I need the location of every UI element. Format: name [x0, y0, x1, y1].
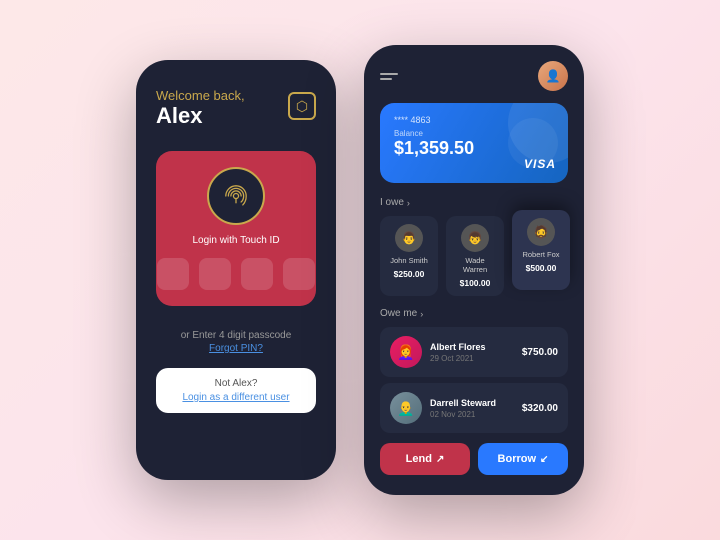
owe-me-label-text: Owe me [380, 308, 417, 319]
fingerprint-icon [219, 179, 253, 213]
john-amount: $250.00 [394, 269, 425, 279]
robert-name: Robert Fox [522, 250, 559, 259]
fingerprint-circle [207, 167, 265, 225]
user-avatar[interactable]: 👤 [538, 61, 568, 91]
wade-name: Wade Warren [453, 256, 497, 274]
owe-me-albert[interactable]: 👩‍🦰 Albert Flores 29 Oct 2021 $750.00 [380, 327, 568, 377]
john-avatar: 👨 [395, 224, 423, 252]
darrell-avatar: 👨‍🦲 [390, 392, 422, 424]
menu-line-top [380, 73, 398, 75]
menu-line-bottom [380, 78, 392, 80]
lend-label: Lend [406, 453, 432, 465]
wade-amount: $100.00 [460, 278, 491, 288]
i-owe-chevron: › [407, 198, 410, 208]
owe-card-john[interactable]: 👨 John Smith $250.00 [380, 216, 438, 296]
touch-id-label: Login with Touch ID [192, 235, 279, 246]
lend-arrow: ↗ [436, 454, 444, 465]
darrell-name: Darrell Steward [430, 398, 514, 408]
pin-dots [157, 258, 315, 290]
darrell-date: 02 Nov 2021 [430, 410, 514, 419]
or-enter-text: or Enter 4 digit passcode [181, 330, 292, 341]
lend-button[interactable]: Lend ↗ [380, 443, 470, 475]
not-alex-box: Not Alex? Login as a different user [156, 368, 316, 413]
albert-name: Albert Flores [430, 342, 514, 352]
left-phone: Welcome back, Alex ⬡ Login with Touch ID… [136, 60, 336, 480]
i-owe-section-label[interactable]: I owe › [380, 197, 568, 208]
welcome-row: Welcome back, Alex ⬡ [156, 88, 316, 129]
borrow-label: Borrow [498, 453, 537, 465]
darrell-info: Darrell Steward 02 Nov 2021 [430, 398, 514, 419]
pin-dot-2[interactable] [199, 258, 231, 290]
wade-avatar: 👦 [461, 224, 489, 252]
borrow-arrow: ↙ [540, 454, 548, 465]
cube-icon: ⬡ [288, 92, 316, 120]
right-phone: 👤 **** 4863 Balance $1,359.50 VISA I owe… [364, 45, 584, 495]
credit-card[interactable]: **** 4863 Balance $1,359.50 VISA [380, 103, 568, 183]
albert-info: Albert Flores 29 Oct 2021 [430, 342, 514, 363]
pin-dot-4[interactable] [283, 258, 315, 290]
owe-me-section-label[interactable]: Owe me › [380, 308, 568, 319]
borrow-button[interactable]: Borrow ↙ [478, 443, 568, 475]
login-different-user-link[interactable]: Login as a different user [168, 392, 304, 403]
forgot-pin-link[interactable]: Forgot PIN? [209, 343, 263, 354]
owe-me-chevron: › [420, 309, 423, 319]
owe-me-list: 👩‍🦰 Albert Flores 29 Oct 2021 $750.00 👨‍… [380, 327, 568, 433]
robert-amount: $500.00 [526, 263, 557, 273]
not-alex-text: Not Alex? [168, 378, 304, 389]
fingerprint-area[interactable]: Login with Touch ID [156, 151, 316, 306]
visa-logo: VISA [524, 157, 556, 171]
i-owe-list: 👨 John Smith $250.00 👦 Wade Warren $100.… [380, 216, 568, 296]
darrell-amount: $320.00 [522, 403, 558, 414]
top-bar: 👤 [380, 61, 568, 91]
albert-amount: $750.00 [522, 347, 558, 358]
pin-dot-1[interactable] [157, 258, 189, 290]
owe-card-robert[interactable]: 🧔 Robert Fox $500.00 [512, 210, 570, 290]
user-name: Alex [156, 103, 245, 129]
pin-dot-3[interactable] [241, 258, 273, 290]
menu-icon[interactable] [380, 73, 398, 80]
robert-avatar: 🧔 [527, 218, 555, 246]
owe-card-wade[interactable]: 👦 Wade Warren $100.00 [446, 216, 504, 296]
action-buttons: Lend ↗ Borrow ↙ [380, 443, 568, 475]
welcome-text: Welcome back, [156, 88, 245, 103]
i-owe-label-text: I owe [380, 197, 404, 208]
john-name: John Smith [390, 256, 428, 265]
albert-avatar: 👩‍🦰 [390, 336, 422, 368]
albert-date: 29 Oct 2021 [430, 354, 514, 363]
owe-me-darrell[interactable]: 👨‍🦲 Darrell Steward 02 Nov 2021 $320.00 [380, 383, 568, 433]
